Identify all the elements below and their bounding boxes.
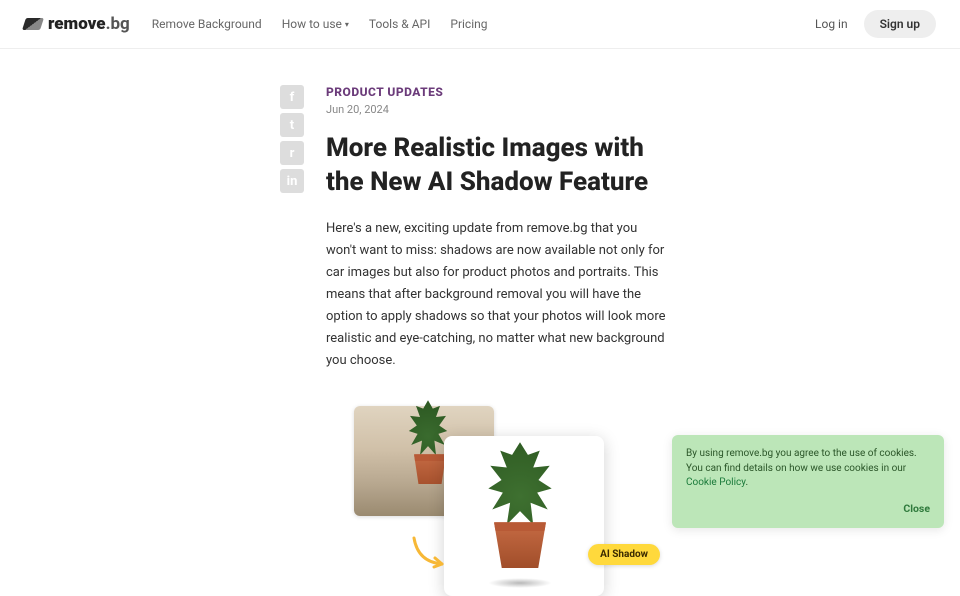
logo[interactable]: remove.bg [24,14,130,34]
linkedin-icon[interactable]: in [280,169,304,193]
social-share: f t r in [280,85,304,566]
facebook-icon[interactable]: f [280,85,304,109]
site-header: remove.bg Remove Background How to use▾ … [0,0,960,49]
nav-pricing[interactable]: Pricing [450,17,487,31]
nav-tools-api[interactable]: Tools & API [369,17,430,31]
signup-button[interactable]: Sign up [864,10,936,38]
pot-icon [494,522,546,568]
logo-text-light: .bg [106,14,130,34]
article-body: Here's a new, exciting update from remov… [326,218,666,373]
article-category[interactable]: PRODUCT UPDATES [326,85,666,99]
foliage-icon [408,400,448,456]
article-date: Jun 20, 2024 [326,103,666,116]
cookie-policy-link[interactable]: Cookie Policy [686,477,745,488]
logo-text-bold: remove [48,14,106,34]
cookie-banner: By using remove.bg you agree to the use … [672,435,944,528]
twitter-icon[interactable]: t [280,113,304,137]
plant-after [484,442,556,592]
ai-shadow-badge: AI Shadow [588,544,660,565]
article: PRODUCT UPDATES Jun 20, 2024 More Realis… [326,85,666,566]
logo-icon [22,18,44,30]
cookie-close-button[interactable]: Close [686,501,930,516]
header-right: Log in Sign up [815,10,936,38]
nav-how-to-use[interactable]: How to use▾ [282,17,349,31]
pot-icon [414,454,446,484]
reddit-icon[interactable]: r [280,141,304,165]
hero-illustration: AI Shadow [354,406,654,566]
login-link[interactable]: Log in [815,17,848,31]
chevron-down-icon: ▾ [345,20,349,29]
main-nav: Remove Background How to use▾ Tools & AP… [152,17,488,31]
header-left: remove.bg Remove Background How to use▾ … [24,14,488,34]
cookie-text: By using remove.bg you agree to the use … [686,448,917,474]
nav-remove-background[interactable]: Remove Background [152,17,262,31]
article-title: More Realistic Images with the New AI Sh… [326,132,666,200]
foliage-icon [487,442,553,526]
